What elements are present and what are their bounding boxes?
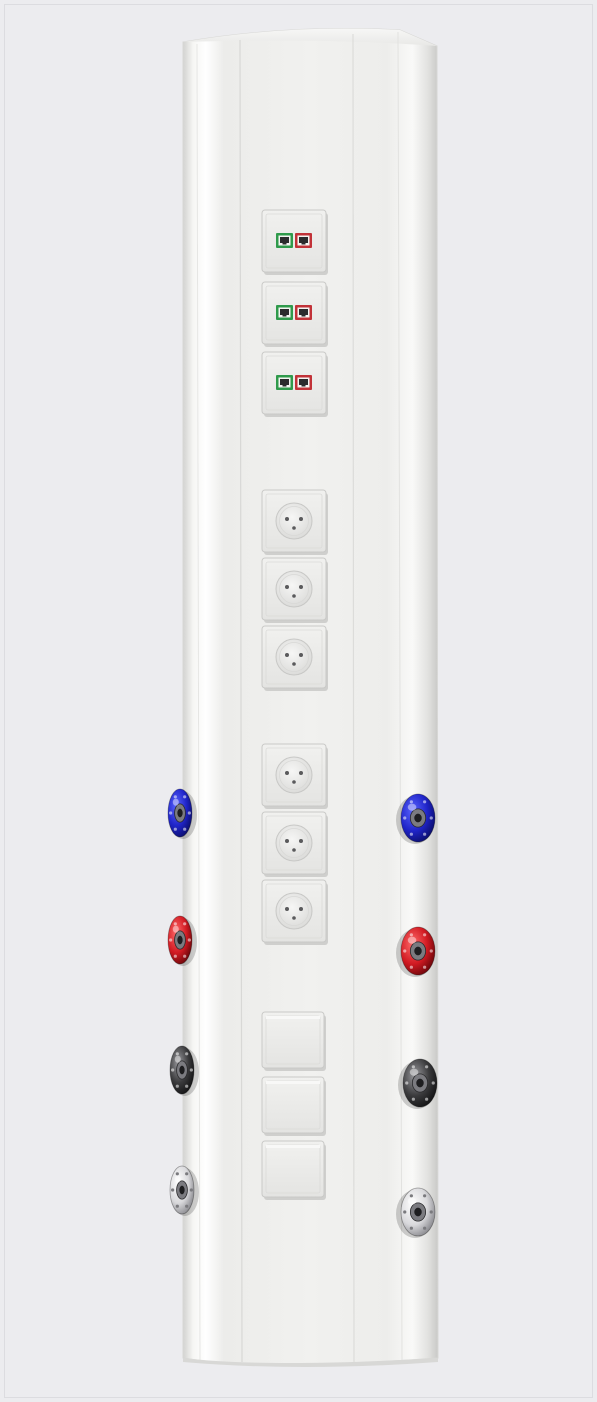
rj45-port-green <box>276 233 293 248</box>
power-socket <box>261 489 328 555</box>
power-socket <box>261 625 328 691</box>
blank-plate-modules <box>261 1011 326 1200</box>
rj45-port-red <box>295 375 312 390</box>
network-module <box>261 209 328 275</box>
blank-plate <box>261 1140 326 1200</box>
power-socket <box>261 557 328 623</box>
power-socket <box>261 879 328 945</box>
rj45-port-green <box>276 375 293 390</box>
network-modules <box>261 209 328 417</box>
rj45-port-red <box>295 233 312 248</box>
power-socket <box>261 743 328 809</box>
network-module <box>261 281 328 347</box>
supply-column-scene <box>167 28 439 1367</box>
blank-plate <box>261 1076 326 1136</box>
rj45-port-green <box>276 305 293 320</box>
blank-plate <box>261 1011 326 1071</box>
power-socket <box>261 811 328 877</box>
network-module <box>261 351 328 417</box>
rj45-port-red <box>295 305 312 320</box>
